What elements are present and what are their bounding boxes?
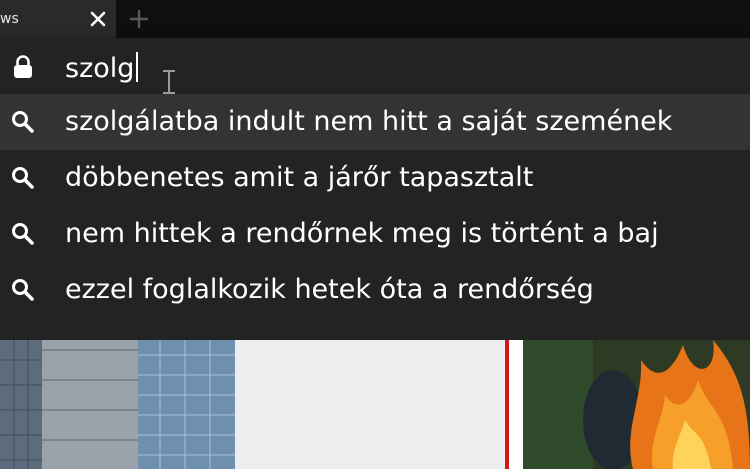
building-image [0,340,235,469]
close-icon[interactable] [88,9,108,29]
address-bar[interactable]: szolg [0,38,750,94]
search-icon [12,223,34,245]
fire-image [523,340,750,469]
browser-tab[interactable]: ws [0,0,116,38]
ibeam-cursor-icon [163,70,175,94]
page-content [0,340,750,469]
address-input[interactable]: szolg [65,52,139,84]
lock-icon[interactable] [10,54,36,80]
thumbnail-gap [509,340,523,469]
tab-title: ws [0,11,19,27]
plus-icon[interactable] [128,8,150,30]
suggestion-item[interactable]: nem hittek a rendőrnek meg is történt a … [0,206,750,262]
suggestion-label: döbbenetes amit a járőr tapasztalt [65,162,534,193]
fire-thumbnail[interactable] [523,340,750,469]
sky-thumbnail [235,340,505,469]
search-icon [12,167,34,189]
query-text: szolg [65,53,135,84]
suggestion-list: szolgálatba indult nem hitt a saját szem… [0,94,750,318]
text-caret [136,52,139,82]
tab-strip: ws [0,0,750,38]
search-icon [12,111,34,133]
suggestion-label: szolgálatba indult nem hitt a saját szem… [65,106,673,137]
suggestion-item[interactable]: ezzel foglalkozik hetek óta a rendőrség [0,262,750,318]
suggestion-label: nem hittek a rendőrnek meg is történt a … [65,218,659,249]
building-thumbnail[interactable] [0,340,235,469]
suggestion-item[interactable]: szolgálatba indult nem hitt a saját szem… [0,94,750,150]
suggestion-item[interactable]: döbbenetes amit a járőr tapasztalt [0,150,750,206]
search-icon [12,279,34,301]
suggestion-label: ezzel foglalkozik hetek óta a rendőrség [65,274,594,305]
omnibox-dropdown: szolg szolgálatba indult nem hitt a sajá… [0,38,750,340]
